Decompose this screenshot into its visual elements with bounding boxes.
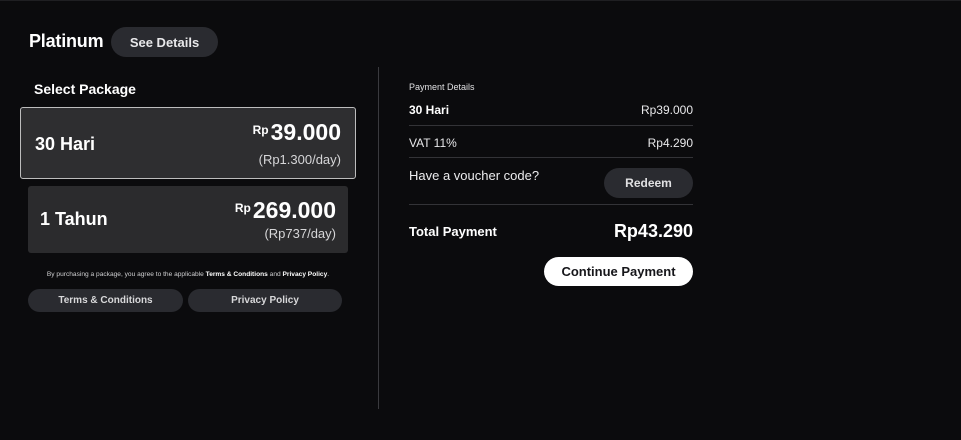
redeem-button[interactable]: Redeem xyxy=(604,168,693,198)
total-value: Rp43.290 xyxy=(613,221,693,241)
payment-vat-row: VAT 11% Rp4.290 xyxy=(409,136,693,150)
row-divider xyxy=(409,204,693,205)
plan-title: Platinum xyxy=(29,31,104,51)
row-divider xyxy=(409,125,693,126)
agreement-privacy-link[interactable]: Privacy Policy xyxy=(283,271,328,278)
package-per-day: (Rp1.300/day) xyxy=(258,152,341,167)
purchase-agreement-text: By purchasing a package, you agree to th… xyxy=(28,271,348,278)
payment-plan-label: 30 Hari xyxy=(409,103,450,117)
package-amount: 39.000 xyxy=(270,119,341,145)
vat-value: Rp4.290 xyxy=(647,136,693,150)
package-name: 1 Tahun xyxy=(40,209,108,229)
select-package-heading: Select Package xyxy=(34,81,136,97)
agreement-joiner: and xyxy=(269,271,281,278)
agreement-terms-link[interactable]: Terms & Conditions xyxy=(206,271,268,278)
package-price: Rp 39.000 xyxy=(253,121,341,144)
vat-label: VAT 11% xyxy=(409,136,457,150)
payment-details-heading: Payment Details xyxy=(409,82,475,92)
column-divider xyxy=(378,67,379,409)
voucher-label: Have a voucher code? xyxy=(409,168,540,183)
agreement-suffix: . xyxy=(327,271,330,278)
privacy-policy-button[interactable]: Privacy Policy xyxy=(188,289,342,312)
package-price: Rp 269.000 xyxy=(235,199,336,222)
see-details-button[interactable]: See Details xyxy=(111,27,218,57)
agreement-prefix: By purchasing a package, you agree to th… xyxy=(46,271,204,278)
package-option-1-tahun[interactable]: 1 Tahun Rp 269.000 (Rp737/day) xyxy=(28,186,348,253)
package-amount: 269.000 xyxy=(252,197,336,223)
payment-plan-row: 30 Hari Rp39.000 xyxy=(409,103,693,117)
payment-plan-value: Rp39.000 xyxy=(640,103,693,117)
subscription-checkout: Platinum See Details Select Package 30 H… xyxy=(0,0,961,440)
package-currency: Rp xyxy=(234,201,251,215)
package-per-day: (Rp737/day) xyxy=(264,226,336,241)
total-label: Total Payment xyxy=(409,224,497,239)
terms-conditions-button[interactable]: Terms & Conditions xyxy=(28,289,183,312)
total-payment-row: Total Payment Rp43.290 xyxy=(409,221,693,242)
package-name: 30 Hari xyxy=(35,134,96,154)
row-divider xyxy=(409,157,693,158)
continue-payment-button[interactable]: Continue Payment xyxy=(544,257,693,286)
package-currency: Rp xyxy=(252,123,269,137)
package-option-30-hari[interactable]: 30 Hari Rp 39.000 (Rp1.300/day) xyxy=(20,107,356,179)
